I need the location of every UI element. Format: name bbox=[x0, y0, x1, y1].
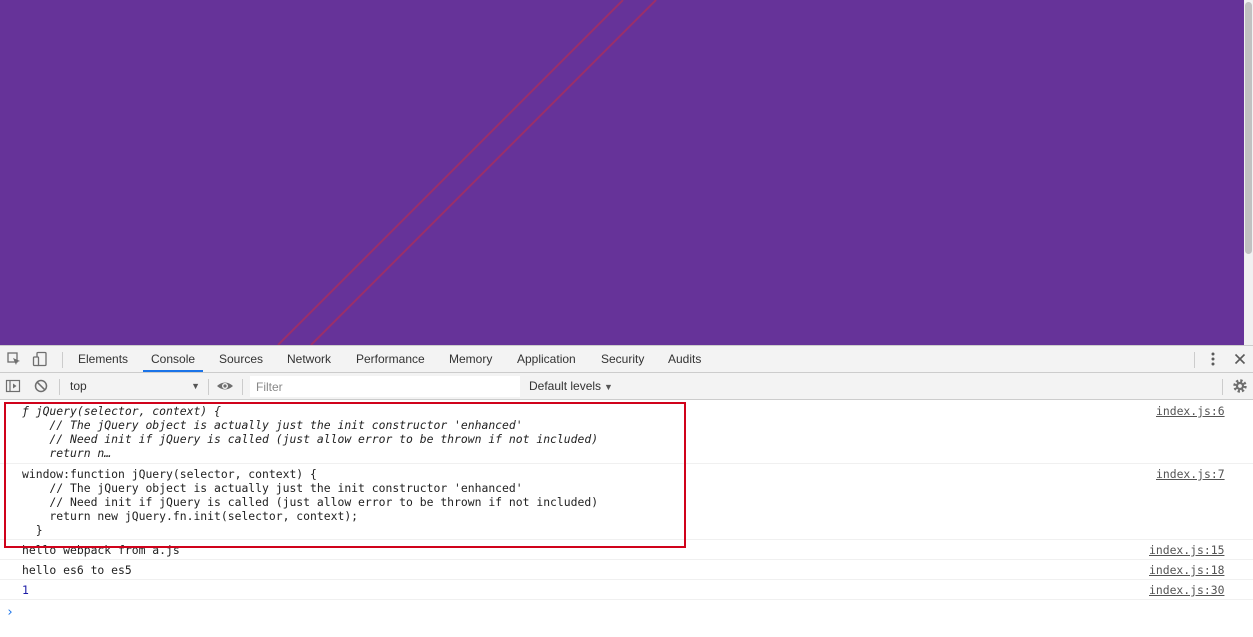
chevron-down-icon: ▼ bbox=[191, 381, 200, 391]
tab-network[interactable]: Network bbox=[279, 346, 339, 372]
tab-audits[interactable]: Audits bbox=[660, 346, 709, 372]
page-scrollbar[interactable] bbox=[1244, 0, 1253, 345]
clear-console-icon[interactable] bbox=[33, 378, 51, 394]
console-message-text: hello es6 to es5 bbox=[22, 563, 132, 577]
devtools-tabbar: Elements Console Sources Network Perform… bbox=[0, 346, 1253, 373]
console-message-text: hello webpack from a.js bbox=[22, 543, 180, 557]
sidebar-toggle-icon[interactable] bbox=[5, 378, 23, 394]
log-levels-label: Default levels bbox=[529, 379, 602, 393]
context-selector-value: top bbox=[70, 379, 87, 393]
tab-security[interactable]: Security bbox=[593, 346, 652, 372]
console-message-source-link[interactable]: index.js:15 bbox=[1149, 543, 1224, 557]
console-message: 1 index.js:30 bbox=[0, 580, 1253, 600]
console-message: ƒ jQuery(selector, context) { // The jQu… bbox=[0, 401, 1253, 464]
toolbar-divider bbox=[59, 379, 60, 395]
tab-application[interactable]: Application bbox=[509, 346, 584, 372]
tab-elements[interactable]: Elements bbox=[70, 346, 136, 372]
device-toolbar-icon[interactable] bbox=[32, 351, 50, 367]
console-message-source-link[interactable]: index.js:30 bbox=[1149, 583, 1224, 597]
toolbar-divider bbox=[62, 352, 63, 368]
console-message-text: ƒ jQuery(selector, context) { // The jQu… bbox=[22, 404, 599, 460]
context-selector[interactable]: top ▼ bbox=[64, 376, 204, 396]
console-message: hello es6 to es5 index.js:18 bbox=[0, 560, 1253, 580]
console-toolbar: top ▼ Default levels▼ bbox=[0, 373, 1253, 400]
toolbar-divider bbox=[242, 379, 243, 395]
diagonal-line-2 bbox=[310, 0, 657, 345]
close-icon[interactable] bbox=[1232, 351, 1250, 367]
log-levels-dropdown[interactable]: Default levels ▼ bbox=[529, 376, 613, 396]
toolbar-divider bbox=[1194, 352, 1195, 368]
more-options-icon[interactable] bbox=[1205, 351, 1223, 367]
diagonal-line-1 bbox=[277, 0, 624, 345]
console-prompt[interactable]: › bbox=[6, 605, 14, 620]
tab-console[interactable]: Console bbox=[143, 346, 204, 372]
tab-memory[interactable]: Memory bbox=[441, 346, 500, 372]
console-message: hello webpack from a.js index.js:15 bbox=[0, 540, 1253, 560]
purple-background bbox=[0, 0, 1244, 345]
gear-icon[interactable] bbox=[1232, 378, 1250, 394]
tab-performance[interactable]: Performance bbox=[348, 346, 433, 372]
console-message-source-link[interactable]: index.js:6 bbox=[1156, 404, 1225, 418]
filter-input[interactable] bbox=[250, 376, 520, 397]
console-message-source-link[interactable]: index.js:18 bbox=[1149, 563, 1224, 577]
page-viewport bbox=[0, 0, 1253, 345]
diagonal-lines bbox=[277, 0, 657, 345]
devtools-panel: Elements Console Sources Network Perform… bbox=[0, 345, 1253, 637]
console-message-text: 1 bbox=[22, 583, 29, 597]
console-message-source-link[interactable]: index.js:7 bbox=[1156, 467, 1225, 481]
inspect-element-icon[interactable] bbox=[6, 351, 24, 367]
toolbar-divider bbox=[1222, 379, 1223, 395]
live-expression-eye-icon[interactable] bbox=[216, 378, 234, 394]
page-scrollbar-thumb[interactable] bbox=[1245, 2, 1252, 254]
toolbar-divider bbox=[208, 379, 209, 395]
console-message-text: window:function jQuery(selector, context… bbox=[22, 467, 599, 537]
tab-sources[interactable]: Sources bbox=[211, 346, 271, 372]
console-messages: ƒ jQuery(selector, context) { // The jQu… bbox=[0, 401, 1253, 637]
chevron-down-icon: ▼ bbox=[604, 382, 613, 392]
console-message: window:function jQuery(selector, context… bbox=[0, 464, 1253, 540]
